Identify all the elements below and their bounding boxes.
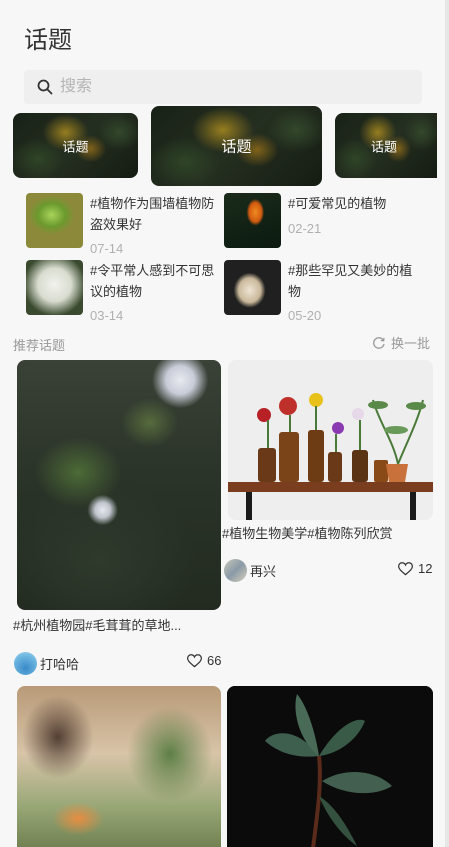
- topic-date: 07-14: [90, 241, 124, 256]
- topic-title: #可爱常见的植物: [288, 196, 387, 211]
- topic-date: 05-20: [288, 308, 322, 323]
- banner-label: 话题: [371, 139, 398, 154]
- heart-icon: [187, 653, 202, 667]
- refresh-button[interactable]: 换一批: [372, 333, 430, 352]
- topic-thumbnail: [224, 260, 281, 315]
- post-caption[interactable]: #杭州植物园#毛茸茸的草地...: [13, 615, 181, 634]
- search-icon: [37, 79, 53, 95]
- topic-title: #令平常人感到不可思议的植物: [90, 263, 215, 299]
- post-image[interactable]: [17, 686, 221, 847]
- post-author[interactable]: 打哈哈: [14, 652, 79, 675]
- post-author[interactable]: 再兴: [224, 559, 276, 582]
- search-input[interactable]: [58, 77, 362, 97]
- recommended-section-title: 推荐话题: [13, 338, 66, 353]
- banner-label: 话题: [221, 138, 252, 156]
- refresh-label: 换一批: [391, 336, 431, 351]
- post-image[interactable]: [228, 360, 433, 520]
- topic-item[interactable]: #令平常人感到不可思议的植物 03-14: [26, 260, 226, 323]
- search-bar[interactable]: [24, 70, 422, 104]
- refresh-icon: [373, 336, 385, 349]
- topic-banner-current[interactable]: 话题: [151, 106, 322, 186]
- topic-item[interactable]: #那些罕见又美妙的植物 05-20: [224, 260, 424, 323]
- page-title: 话题: [24, 27, 72, 54]
- avatar: [14, 652, 37, 675]
- post-image[interactable]: [17, 360, 221, 610]
- like-button[interactable]: 66: [187, 653, 221, 668]
- like-count: 66: [207, 653, 222, 668]
- plant-shelf-illustration: [228, 360, 433, 520]
- topic-title: #那些罕见又美妙的植物: [288, 263, 413, 299]
- author-name: 再兴: [250, 564, 277, 579]
- like-count: 12: [418, 561, 433, 576]
- avatar: [224, 559, 247, 582]
- topic-date: 02-21: [288, 221, 322, 236]
- topic-title: #植物作为围墙植物防盗效果好: [90, 196, 215, 232]
- leaf-illustration: [227, 686, 433, 847]
- topics-page: 话题 话题 话题 话题 #植物作为围墙植物防盗效果好 07-14 #可爱常见的植…: [0, 0, 445, 847]
- topic-thumbnail: [26, 260, 83, 315]
- topic-item[interactable]: #可爱常见的植物 02-21: [224, 193, 424, 253]
- topic-thumbnail: [26, 193, 83, 248]
- banner-label: 话题: [62, 139, 89, 154]
- like-button[interactable]: 12: [398, 561, 432, 576]
- heart-icon: [398, 561, 413, 575]
- topic-banner-next[interactable]: 话题: [335, 113, 437, 178]
- post-caption[interactable]: #植物生物美学#植物陈列欣赏: [222, 523, 392, 542]
- post-image[interactable]: [227, 686, 433, 847]
- topic-banner-prev[interactable]: 话题: [13, 113, 138, 178]
- topic-thumbnail: [224, 193, 281, 248]
- topic-item[interactable]: #植物作为围墙植物防盗效果好 07-14: [26, 193, 226, 256]
- author-name: 打哈哈: [40, 657, 80, 672]
- scrollbar[interactable]: [445, 0, 449, 847]
- topic-date: 03-14: [90, 308, 124, 323]
